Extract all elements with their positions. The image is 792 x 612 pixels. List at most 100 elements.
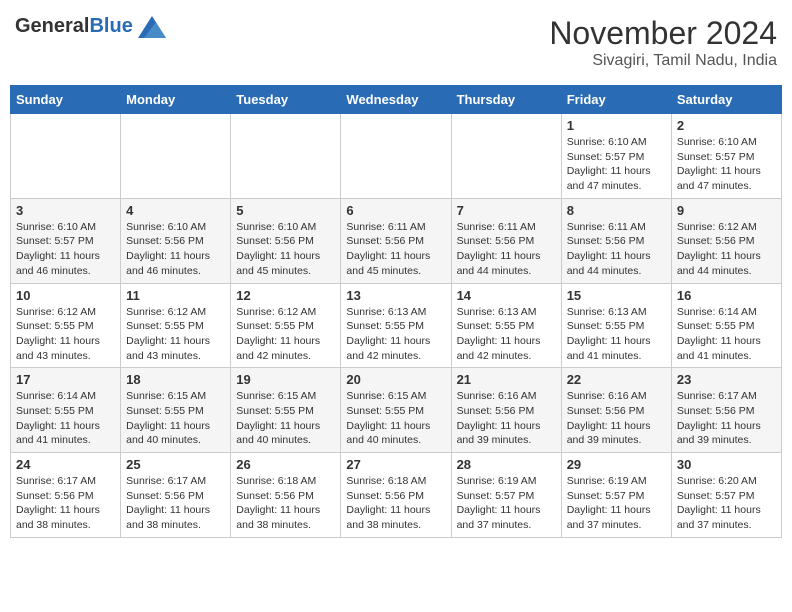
calendar-cell: 12 Sunrise: 6:12 AM Sunset: 5:55 PM Dayli… [231, 283, 341, 368]
day-info: Sunrise: 6:10 AM Sunset: 5:57 PM Dayligh… [16, 220, 115, 279]
calendar-cell: 19 Sunrise: 6:15 AM Sunset: 5:55 PM Dayli… [231, 368, 341, 453]
calendar-cell: 9 Sunrise: 6:12 AM Sunset: 5:56 PM Daylig… [671, 198, 781, 283]
month-title: November 2024 [549, 15, 777, 52]
calendar-cell: 21 Sunrise: 6:16 AM Sunset: 5:56 PM Dayli… [451, 368, 561, 453]
calendar-cell: 22 Sunrise: 6:16 AM Sunset: 5:56 PM Dayli… [561, 368, 671, 453]
day-number: 15 [567, 288, 666, 303]
day-number: 27 [346, 457, 445, 472]
calendar-week-5: 24 Sunrise: 6:17 AM Sunset: 5:56 PM Dayli… [11, 453, 782, 538]
calendar-cell: 6 Sunrise: 6:11 AM Sunset: 5:56 PM Daylig… [341, 198, 451, 283]
day-number: 23 [677, 372, 776, 387]
day-number: 13 [346, 288, 445, 303]
day-header-thursday: Thursday [451, 86, 561, 114]
calendar-cell: 16 Sunrise: 6:14 AM Sunset: 5:55 PM Dayli… [671, 283, 781, 368]
day-info: Sunrise: 6:12 AM Sunset: 5:55 PM Dayligh… [16, 305, 115, 364]
calendar-week-4: 17Sunrise: 6:14 AM Sunset: 5:55 PM Dayli… [11, 368, 782, 453]
calendar-cell: 3Sunrise: 6:10 AM Sunset: 5:57 PM Daylig… [11, 198, 121, 283]
calendar-cell [341, 114, 451, 199]
calendar-header-row: SundayMondayTuesdayWednesdayThursdayFrid… [11, 86, 782, 114]
calendar-cell: 17Sunrise: 6:14 AM Sunset: 5:55 PM Dayli… [11, 368, 121, 453]
day-info: Sunrise: 6:16 AM Sunset: 5:56 PM Dayligh… [567, 389, 666, 448]
day-info: Sunrise: 6:13 AM Sunset: 5:55 PM Dayligh… [457, 305, 556, 364]
day-info: Sunrise: 6:13 AM Sunset: 5:55 PM Dayligh… [567, 305, 666, 364]
day-info: Sunrise: 6:20 AM Sunset: 5:57 PM Dayligh… [677, 474, 776, 533]
day-number: 14 [457, 288, 556, 303]
calendar-cell: 8Sunrise: 6:11 AM Sunset: 5:56 PM Daylig… [561, 198, 671, 283]
day-info: Sunrise: 6:16 AM Sunset: 5:56 PM Dayligh… [457, 389, 556, 448]
calendar-cell: 30 Sunrise: 6:20 AM Sunset: 5:57 PM Dayli… [671, 453, 781, 538]
calendar-cell: 27 Sunrise: 6:18 AM Sunset: 5:56 PM Dayli… [341, 453, 451, 538]
day-number: 2 [677, 118, 776, 133]
day-number: 21 [457, 372, 556, 387]
day-info: Sunrise: 6:17 AM Sunset: 5:56 PM Dayligh… [677, 389, 776, 448]
calendar-table: SundayMondayTuesdayWednesdayThursdayFrid… [10, 85, 782, 538]
day-info: Sunrise: 6:14 AM Sunset: 5:55 PM Dayligh… [677, 305, 776, 364]
day-number: 22 [567, 372, 666, 387]
calendar-cell [451, 114, 561, 199]
calendar-cell: 11 Sunrise: 6:12 AM Sunset: 5:55 PM Dayli… [121, 283, 231, 368]
day-number: 12 [236, 288, 335, 303]
day-header-monday: Monday [121, 86, 231, 114]
calendar-week-2: 3Sunrise: 6:10 AM Sunset: 5:57 PM Daylig… [11, 198, 782, 283]
calendar-cell [11, 114, 121, 199]
day-number: 11 [126, 288, 225, 303]
day-number: 16 [677, 288, 776, 303]
day-number: 24 [16, 457, 115, 472]
day-info: Sunrise: 6:11 AM Sunset: 5:56 PM Dayligh… [346, 220, 445, 279]
day-number: 29 [567, 457, 666, 472]
logo-general-text: GeneralBlue [15, 15, 133, 38]
day-number: 9 [677, 203, 776, 218]
calendar-cell: 7 Sunrise: 6:11 AM Sunset: 5:56 PM Daylig… [451, 198, 561, 283]
day-info: Sunrise: 6:10 AM Sunset: 5:56 PM Dayligh… [126, 220, 225, 279]
calendar-cell: 14 Sunrise: 6:13 AM Sunset: 5:55 PM Dayli… [451, 283, 561, 368]
day-number: 10 [16, 288, 115, 303]
calendar-cell: 15 Sunrise: 6:13 AM Sunset: 5:55 PM Dayli… [561, 283, 671, 368]
title-area: November 2024 Sivagiri, Tamil Nadu, Indi… [549, 15, 777, 70]
day-info: Sunrise: 6:17 AM Sunset: 5:56 PM Dayligh… [126, 474, 225, 533]
calendar-cell: 18Sunrise: 6:15 AM Sunset: 5:55 PM Dayli… [121, 368, 231, 453]
calendar-cell: 28Sunrise: 6:19 AM Sunset: 5:57 PM Dayli… [451, 453, 561, 538]
day-info: Sunrise: 6:19 AM Sunset: 5:57 PM Dayligh… [567, 474, 666, 533]
day-number: 19 [236, 372, 335, 387]
location-subtitle: Sivagiri, Tamil Nadu, India [549, 52, 777, 70]
day-info: Sunrise: 6:12 AM Sunset: 5:55 PM Dayligh… [126, 305, 225, 364]
day-header-friday: Friday [561, 86, 671, 114]
day-header-saturday: Saturday [671, 86, 781, 114]
day-number: 20 [346, 372, 445, 387]
page-header: GeneralBlue November 2024 Sivagiri, Tami… [10, 10, 782, 75]
day-info: Sunrise: 6:15 AM Sunset: 5:55 PM Dayligh… [236, 389, 335, 448]
logo: GeneralBlue [15, 15, 166, 38]
day-info: Sunrise: 6:15 AM Sunset: 5:55 PM Dayligh… [346, 389, 445, 448]
calendar-cell [121, 114, 231, 199]
day-info: Sunrise: 6:10 AM Sunset: 5:56 PM Dayligh… [236, 220, 335, 279]
calendar-cell: 13Sunrise: 6:13 AM Sunset: 5:55 PM Dayli… [341, 283, 451, 368]
day-info: Sunrise: 6:12 AM Sunset: 5:56 PM Dayligh… [677, 220, 776, 279]
day-info: Sunrise: 6:11 AM Sunset: 5:56 PM Dayligh… [567, 220, 666, 279]
day-number: 1 [567, 118, 666, 133]
day-number: 30 [677, 457, 776, 472]
day-info: Sunrise: 6:12 AM Sunset: 5:55 PM Dayligh… [236, 305, 335, 364]
calendar-cell: 20 Sunrise: 6:15 AM Sunset: 5:55 PM Dayli… [341, 368, 451, 453]
day-header-tuesday: Tuesday [231, 86, 341, 114]
day-number: 18 [126, 372, 225, 387]
calendar-cell: 26 Sunrise: 6:18 AM Sunset: 5:56 PM Dayli… [231, 453, 341, 538]
day-info: Sunrise: 6:18 AM Sunset: 5:56 PM Dayligh… [346, 474, 445, 533]
day-info: Sunrise: 6:11 AM Sunset: 5:56 PM Dayligh… [457, 220, 556, 279]
calendar-cell: 24Sunrise: 6:17 AM Sunset: 5:56 PM Dayli… [11, 453, 121, 538]
day-number: 4 [126, 203, 225, 218]
day-number: 26 [236, 457, 335, 472]
calendar-cell: 2 Sunrise: 6:10 AM Sunset: 5:57 PM Daylig… [671, 114, 781, 199]
calendar-cell: 10 Sunrise: 6:12 AM Sunset: 5:55 PM Dayli… [11, 283, 121, 368]
calendar-week-3: 10 Sunrise: 6:12 AM Sunset: 5:55 PM Dayli… [11, 283, 782, 368]
day-info: Sunrise: 6:18 AM Sunset: 5:56 PM Dayligh… [236, 474, 335, 533]
day-number: 5 [236, 203, 335, 218]
day-number: 17 [16, 372, 115, 387]
day-header-wednesday: Wednesday [341, 86, 451, 114]
calendar-cell: 1 Sunrise: 6:10 AM Sunset: 5:57 PM Daylig… [561, 114, 671, 199]
day-number: 6 [346, 203, 445, 218]
day-info: Sunrise: 6:10 AM Sunset: 5:57 PM Dayligh… [677, 135, 776, 194]
day-info: Sunrise: 6:10 AM Sunset: 5:57 PM Dayligh… [567, 135, 666, 194]
day-info: Sunrise: 6:19 AM Sunset: 5:57 PM Dayligh… [457, 474, 556, 533]
day-number: 7 [457, 203, 556, 218]
calendar-cell: 5 Sunrise: 6:10 AM Sunset: 5:56 PM Daylig… [231, 198, 341, 283]
